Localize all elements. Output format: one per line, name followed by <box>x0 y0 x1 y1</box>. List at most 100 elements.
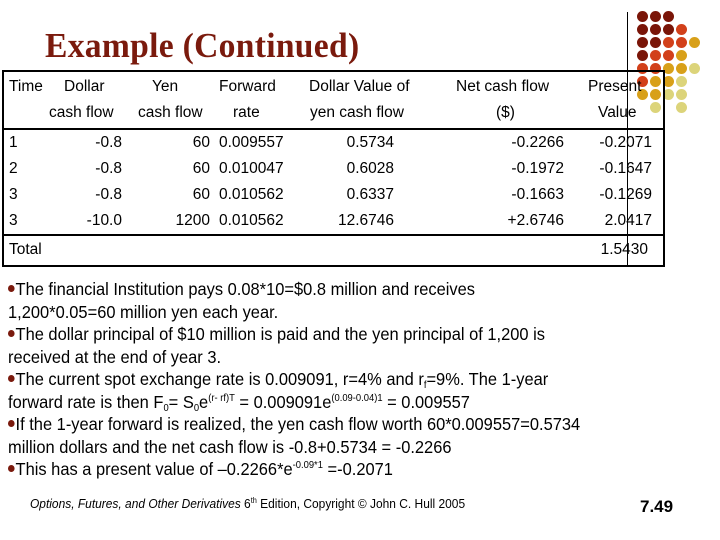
decorative-dot <box>689 63 700 74</box>
decorative-dot <box>650 24 661 35</box>
cell-yen-cash-flow: 60 <box>192 134 210 151</box>
table-row: 3 -10.0 1200 0.010562 12.6746 +2.6746 2.0417 <box>4 208 663 234</box>
bullet-item: If the 1-year forward is realized, the y… <box>8 413 720 458</box>
decorative-dot <box>676 50 687 61</box>
superscript: (r- rf)T <box>208 392 235 404</box>
bullet-text: = S <box>168 391 194 412</box>
slide-number: 7.49 <box>640 497 674 516</box>
header-present: Present <box>588 78 642 95</box>
cell-yen-cash-flow: 60 <box>192 186 210 203</box>
bullet-text: The dollar principal of $10 million is p… <box>15 324 545 344</box>
cell-present-value: -0.1269 <box>599 186 652 203</box>
decorative-dot <box>689 37 700 48</box>
bullet-list: The financial Institution pays 0.08*10=$… <box>8 278 720 481</box>
decorative-dot <box>676 102 687 113</box>
table-total-row: Total 1.5430 <box>4 236 663 265</box>
cell-forward-rate: 0.010562 <box>219 212 284 229</box>
cell-dollar-cash-flow: -0.8 <box>95 186 122 203</box>
cell-net-cash-flow: -0.1663 <box>511 186 564 203</box>
bullet-icon <box>8 375 15 383</box>
cell-yen-cash-flow: 1200 <box>175 212 210 229</box>
decorative-dot <box>637 11 648 22</box>
cell-present-value: -0.2071 <box>599 134 652 151</box>
cell-dollar-cash-flow: -0.8 <box>95 160 122 177</box>
header-dollar-value-line2: yen cash flow <box>310 104 404 121</box>
header-present-line2: Value <box>598 104 637 121</box>
cell-dollar-cash-flow: -10.0 <box>86 212 122 229</box>
cell-dollar-value: 12.6746 <box>337 212 394 229</box>
footer-book-title: Options, Futures, and Other Derivatives <box>30 496 241 511</box>
table-row: 1 -0.8 60 0.009557 0.5734 -0.2266 -0.2071 <box>4 130 663 156</box>
cell-forward-rate: 0.010562 <box>219 186 284 203</box>
decorative-dot <box>663 50 674 61</box>
table-header: Time Dollar cash flow Yen cash flow Forw… <box>4 72 663 130</box>
bullet-item: The dollar principal of $10 million is p… <box>8 323 720 368</box>
decorative-dot <box>663 11 674 22</box>
bullet-text: = 0.009091e <box>234 391 332 412</box>
decorative-dot <box>676 24 687 35</box>
cell-time: 3 <box>9 212 18 229</box>
header-net-cash-flow: Net cash flow <box>456 78 550 95</box>
bullet-item: This has a present value of –0.2266*e-0.… <box>8 458 720 481</box>
table-row: 3 -0.8 60 0.010562 0.6337 -0.1663 -0.1269 <box>4 182 663 208</box>
header-yen: Yen <box>152 78 179 95</box>
cell-dollar-value: 0.6337 <box>346 186 394 203</box>
table-body: 1 -0.8 60 0.009557 0.5734 -0.2266 -0.2071 2 -0.8… <box>4 130 663 236</box>
cell-dollar-value: 0.6028 <box>346 160 394 177</box>
cell-dollar-cash-flow: -0.8 <box>95 134 122 151</box>
bullet-text: e <box>199 391 209 412</box>
decorative-dot <box>676 76 687 87</box>
header-dollar: Dollar <box>64 78 105 95</box>
decorative-dot <box>663 37 674 48</box>
footer-rest: Edition, Copyright © John C. Hull 2005 <box>256 496 466 511</box>
cell-present-value: -0.1647 <box>599 160 652 177</box>
superscript: (0.09-0.04)1 <box>331 392 383 404</box>
bullet-item: The financial Institution pays 0.08*10=$… <box>8 278 720 323</box>
cell-time: 3 <box>9 186 18 203</box>
bullet-icon <box>8 285 15 293</box>
total-label: Total <box>9 241 42 258</box>
header-yen-line2: cash flow <box>138 104 203 121</box>
cell-yen-cash-flow: 60 <box>192 160 210 177</box>
cell-time: 2 <box>9 160 18 177</box>
footer-edition: 6 <box>240 496 251 511</box>
header-dollar-line2: cash flow <box>49 104 114 121</box>
decorative-dot <box>676 63 687 74</box>
bullet-icon <box>8 330 15 338</box>
decorative-dot <box>663 24 674 35</box>
bullet-text: This has a present value of –0.2266*e <box>15 459 293 479</box>
header-forward-line2: rate <box>233 104 260 121</box>
decorative-dot <box>650 37 661 48</box>
header-forward: Forward <box>219 78 276 95</box>
decorative-dot <box>637 37 648 48</box>
bullet-icon <box>8 420 15 428</box>
slide-title: Example (Continued) <box>45 26 360 65</box>
bullet-text: =9%. The 1-year <box>426 369 549 389</box>
decorative-dot <box>676 89 687 100</box>
bullet-item: The current spot exchange rate is 0.0090… <box>8 368 720 413</box>
bullet-text: = 0.009557 <box>382 391 470 412</box>
cell-forward-rate: 0.009557 <box>219 134 284 151</box>
cell-net-cash-flow: +2.6746 <box>507 212 564 229</box>
cell-net-cash-flow: -0.2266 <box>511 134 564 151</box>
table-row: 2 -0.8 60 0.010047 0.6028 -0.1972 -0.1647 <box>4 156 663 182</box>
total-value: 1.5430 <box>600 241 648 258</box>
decorative-dot <box>637 24 648 35</box>
footer-copyright: Options, Futures, and Other Derivatives … <box>30 496 465 511</box>
decorative-dot <box>650 11 661 22</box>
bullet-text: =-0.2071 <box>322 459 393 479</box>
cell-present-value: 2.0417 <box>604 212 652 229</box>
cash-flow-table: Time Dollar cash flow Yen cash flow Forw… <box>2 70 665 267</box>
cell-time: 1 <box>9 134 18 151</box>
bullet-text: received at the end of year 3. <box>8 346 222 367</box>
bullet-text: If the 1-year forward is realized, the y… <box>15 414 581 434</box>
bullet-text: million dollars and the net cash flow is… <box>8 436 452 457</box>
bullet-text: forward rate is then F <box>8 391 164 412</box>
cell-forward-rate: 0.010047 <box>219 160 284 177</box>
header-time: Time <box>9 78 43 95</box>
bullet-text: 1,200*0.05=60 million yen each year. <box>8 301 279 322</box>
decorative-dot <box>650 50 661 61</box>
header-net-cash-flow-line2: ($) <box>496 104 515 121</box>
bullet-text: The current spot exchange rate is 0.0090… <box>15 369 424 389</box>
decorative-dot <box>676 37 687 48</box>
